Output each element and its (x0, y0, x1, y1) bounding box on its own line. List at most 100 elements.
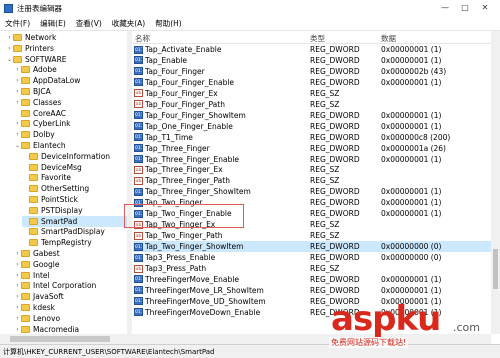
column-header-type[interactable]: 类型 (310, 33, 325, 44)
tree-item-elantech[interactable]: ⌄ Elantech (14, 140, 127, 151)
tree-item-pstdisplay[interactable]: PSTDisplay (22, 205, 127, 216)
tree-item-network[interactable]: › Network (6, 32, 127, 43)
value-row[interactable]: ab Tap_Three_Finger_Path REG_SZ (133, 175, 491, 186)
expand-chevron-icon[interactable]: › (14, 282, 21, 289)
tree-item-smartpad[interactable]: SmartPad (22, 215, 127, 227)
tree-item-macromedia[interactable]: › Macromedia (14, 324, 127, 334)
tree-item-google[interactable]: › Google (14, 259, 127, 270)
expand-chevron-icon[interactable]: › (14, 293, 21, 300)
tree-item-cyberlink[interactable]: › CyberLink (14, 118, 127, 129)
value-row[interactable]: 011 ThreeFingerMove_Enable REG_DWORD 0x0000… (133, 274, 491, 285)
tree-item-intel[interactable]: › Intel (14, 270, 127, 281)
value-row[interactable]: 011 Tap_Four_Finger_ShowItem REG_DWORD 0x00… (133, 110, 491, 121)
value-row[interactable]: 011 Tap_Four_Finger_Enable REG_DWORD 0x0000… (133, 77, 491, 88)
tree-item-tempregistry[interactable]: TempRegistry (22, 237, 127, 248)
expand-chevron-icon[interactable]: › (14, 250, 21, 257)
value-data: 0x00000000 (0) (381, 242, 442, 252)
binary-value-icon: 011 (134, 67, 143, 76)
tree-item-deviceinformation[interactable]: DeviceInformation (22, 151, 127, 162)
tree-item-printers[interactable]: › Printers (6, 43, 127, 54)
value-row[interactable]: ab Tap_Two_Finger_Path REG_SZ (133, 230, 491, 241)
expand-chevron-icon[interactable]: › (14, 304, 21, 311)
tree-item-gabest[interactable]: › Gabest (14, 248, 127, 259)
tree-item-coreaac[interactable]: CoreAAC (14, 108, 127, 119)
watermark-logo: aspku .com 免费网站源码下载站! (325, 297, 500, 357)
collapse-chevron-icon[interactable]: ⌄ (6, 56, 13, 63)
value-row[interactable]: 011 Tap_T1_Time REG_DWORD 0x000000c8 (200) (133, 132, 491, 143)
column-header-data[interactable]: 数据 (381, 33, 396, 44)
tree-item-software[interactable]: ⌄ SOFTWARE (6, 54, 127, 65)
tree-item-favorite[interactable]: Favorite (22, 172, 127, 183)
value-row[interactable]: 011 Tap_Three_Finger REG_DWORD 0x0000001a (… (133, 143, 491, 154)
value-row[interactable]: 011 Tap_Four_Finger REG_DWORD 0x0000002b (4… (133, 66, 491, 77)
maximize-button[interactable]: □ (460, 3, 470, 12)
column-header-name[interactable]: 名称 (135, 33, 150, 44)
tree-item-classes[interactable]: › Classes (14, 97, 127, 108)
scroll-thumb[interactable] (493, 249, 498, 289)
expand-chevron-icon[interactable]: › (14, 120, 21, 127)
value-row[interactable]: 011 ThreeFingerMove_LR_ShowItem REG_DWORD 0… (133, 285, 491, 296)
expand-chevron-icon[interactable]: › (14, 88, 21, 95)
tree-item-appdatalow[interactable]: › AppDataLow (14, 75, 127, 86)
tree-item-label: SOFTWARE (25, 54, 67, 64)
value-row[interactable]: 011 Tap3_Press_Enable REG_DWORD 0x00000000 … (133, 252, 491, 263)
folder-icon (21, 142, 30, 149)
collapse-chevron-icon[interactable]: ⌄ (14, 142, 21, 149)
menu-file[interactable]: 文件(F) (0, 18, 35, 29)
close-button[interactable]: ✕ (480, 3, 490, 12)
folder-icon (29, 152, 38, 160)
value-row[interactable]: 011 Tap_Enable REG_DWORD 0x00000001 (1) (133, 55, 491, 66)
folder-icon (13, 34, 22, 41)
expand-chevron-icon[interactable]: › (14, 66, 21, 73)
values-list: 名称 类型 数据 011 Tap_Activate_Enable REG_DWORD… (133, 31, 491, 334)
value-row[interactable]: ab Tap_Three_Finger_Ex REG_SZ (133, 164, 491, 175)
registry-tree[interactable]: › Network › Printers ⌄ SOFTWARE › Adobe › AppData… (0, 31, 128, 334)
expand-chevron-icon[interactable]: › (14, 77, 21, 84)
expand-chevron-icon[interactable]: › (6, 45, 13, 52)
expand-chevron-icon[interactable]: › (14, 315, 21, 322)
tree-item-kdesk[interactable]: › kdesk (14, 302, 127, 313)
tree-item-devicemsg[interactable]: DeviceMsg (22, 162, 127, 173)
expand-chevron-icon[interactable]: › (14, 99, 21, 106)
value-row[interactable]: 011 Tap_One_Finger_Enable REG_DWORD 0x00000… (133, 121, 491, 132)
tree-item-bjca[interactable]: › BJCA (14, 86, 127, 97)
value-type: REG_DWORD (310, 198, 360, 208)
folder-icon (21, 293, 30, 301)
tree-item-label: Intel (33, 270, 50, 280)
menu-help[interactable]: 帮助(H) (150, 18, 187, 29)
string-value-icon: ab (134, 176, 143, 185)
expand-chevron-icon[interactable]: › (14, 131, 21, 138)
tree-item-dolby[interactable]: › Dolby (14, 129, 127, 140)
value-type: REG_SZ (310, 220, 340, 230)
tree-item-lenovo[interactable]: › Lenovo (14, 313, 127, 324)
tree-item-javasoft[interactable]: › JavaSoft (14, 291, 127, 302)
value-row[interactable]: 011 Tap_Two_Finger_ShowItem REG_DWORD 0x000… (133, 241, 491, 253)
values-scrollbar[interactable] (491, 31, 500, 334)
tree-item-othersetting[interactable]: OtherSetting (22, 183, 127, 194)
tree-item-label: TempRegistry (41, 238, 92, 248)
string-value-icon: ab (134, 165, 143, 174)
value-row[interactable]: 011 Tap_Three_Finger_ShowItem REG_DWORD 0x0… (133, 186, 491, 197)
h-scroll-thumb[interactable] (10, 336, 110, 342)
expand-chevron-icon[interactable]: › (6, 34, 13, 41)
value-row[interactable]: ab Tap_Four_Finger_Ex REG_SZ (133, 88, 491, 99)
expand-chevron-icon[interactable]: › (14, 261, 21, 268)
tree-item-smartpaddisplay[interactable]: SmartPadDisplay (22, 226, 127, 237)
expand-chevron-icon[interactable]: › (14, 326, 21, 333)
tree-item-intel-corporation[interactable]: › Intel Corporation (14, 280, 127, 291)
minimize-button[interactable]: — (440, 3, 450, 12)
menu-edit[interactable]: 编辑(E) (35, 18, 71, 29)
value-row[interactable]: 011 Tap_Activate_Enable REG_DWORD 0x0000000… (133, 44, 491, 55)
tree-item-label: CyberLink (33, 119, 71, 129)
value-row[interactable]: ab Tap_Four_Finger_Path REG_SZ (133, 99, 491, 110)
value-row[interactable]: 011 Tap_Three_Finger_Enable REG_DWORD 0x000… (133, 154, 491, 165)
tree-item-pointstick[interactable]: PointStick (22, 194, 127, 205)
folder-icon (13, 55, 22, 63)
tree-item-adobe[interactable]: › Adobe (14, 64, 127, 75)
binary-value-icon: 011 (134, 286, 143, 295)
menu-view[interactable]: 查看(V) (71, 18, 107, 29)
menu-favorites[interactable]: 收藏夹(A) (107, 18, 150, 29)
tree-scrollbar[interactable] (127, 31, 132, 334)
expand-chevron-icon[interactable]: › (14, 272, 21, 279)
value-row[interactable]: ab Tap3_Press_Path REG_SZ (133, 263, 491, 274)
